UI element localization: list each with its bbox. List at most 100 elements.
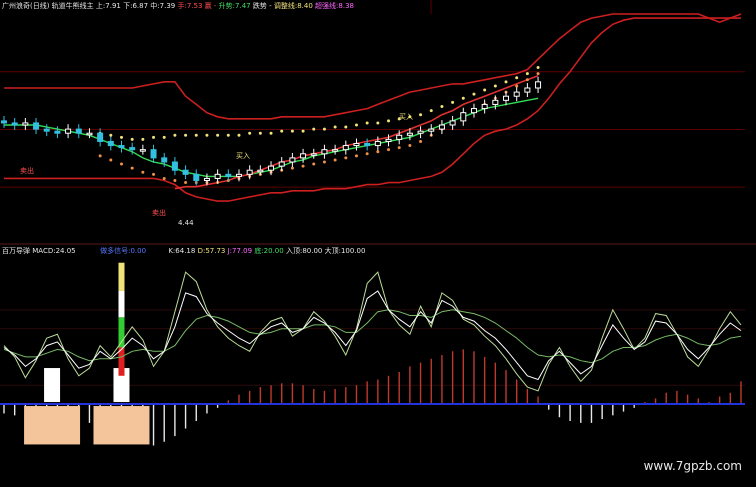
candle-body xyxy=(321,149,328,155)
candle-body xyxy=(107,140,114,147)
signal-a-block-cap xyxy=(44,368,61,403)
upper-signal-dot xyxy=(451,100,455,104)
upper-signal-dot xyxy=(461,96,465,100)
signal-a-block-base xyxy=(24,406,81,445)
entry-value: 80.00 xyxy=(302,247,323,255)
upper-signal-dot xyxy=(376,121,380,125)
upper-signal-dot xyxy=(322,127,326,131)
upper-signal-dot xyxy=(280,129,284,133)
lower-signal-dot xyxy=(344,156,348,160)
sell-annotation: 卖出 xyxy=(20,167,34,175)
candle-body xyxy=(11,122,18,126)
upper-signal-dot xyxy=(152,135,156,139)
candle-body xyxy=(406,132,413,136)
signal-stack-segment xyxy=(118,317,125,348)
candle-body xyxy=(353,143,360,147)
watermark: www.7gpzb.com xyxy=(643,459,742,473)
upper-signal-dot xyxy=(504,80,508,84)
lower-signal-dot xyxy=(376,150,380,154)
indicator-header: 百万导弹 MACD:24.05 做多信号:0.00 K:64.18 D:57.7… xyxy=(2,247,365,256)
strong-label: 超强线: xyxy=(315,2,339,10)
candle-body xyxy=(22,122,29,126)
upper-signal-dot xyxy=(162,135,166,139)
candle-body xyxy=(481,103,488,110)
hold-value: 7.53 xyxy=(186,2,203,10)
upper-signal-dot xyxy=(184,133,188,137)
upper-signal-dot xyxy=(344,125,348,129)
candle-body xyxy=(97,132,104,142)
candle-body xyxy=(428,128,435,132)
upper-signal-dot xyxy=(387,119,391,123)
channel-lower-line xyxy=(4,17,741,202)
upper-signal-dot xyxy=(109,133,113,137)
candle-body xyxy=(150,149,157,159)
lower-signal-dot xyxy=(333,158,337,162)
upper-signal-dot xyxy=(525,72,529,76)
j-value: 77.09 xyxy=(232,247,253,255)
candle-body xyxy=(257,169,264,173)
upper-signal-dot xyxy=(472,92,476,96)
lower-signal-dot xyxy=(162,176,166,180)
chart-canvas xyxy=(0,0,756,446)
candle-body xyxy=(75,128,82,134)
candle-body xyxy=(310,153,317,156)
candlesticks xyxy=(1,76,542,186)
upper-signal-dot xyxy=(173,133,177,137)
top-value: 100.00 xyxy=(340,247,366,255)
signal-dots xyxy=(98,65,540,185)
hold-label: 手: xyxy=(177,2,187,10)
candle-body xyxy=(193,173,200,181)
candle-body xyxy=(417,130,424,134)
candle-body xyxy=(460,112,467,122)
lower-signal-dot xyxy=(387,148,391,152)
buy-annotation: 买入 xyxy=(236,152,250,160)
warn-value: 8.40 xyxy=(297,2,313,10)
candle-body xyxy=(1,120,7,124)
upper-signal-dot xyxy=(483,88,487,92)
upper-signal-dot xyxy=(216,133,220,137)
lower-signal-dot xyxy=(301,164,305,168)
d-value: 57.73 xyxy=(205,247,226,255)
candle-body xyxy=(492,99,499,105)
kdj-k-line xyxy=(3,290,742,381)
strong-value: 8.38 xyxy=(338,2,354,10)
macd-label: MACD: xyxy=(32,247,56,255)
upper-signal-dot xyxy=(333,125,337,129)
candle-body xyxy=(161,157,168,163)
candle-body xyxy=(364,143,371,147)
candle-body xyxy=(278,161,285,167)
lower-signal-dot xyxy=(365,152,369,156)
upper-signal-dot xyxy=(258,131,262,135)
candle-body xyxy=(225,173,232,177)
candle-body xyxy=(203,177,210,181)
buy-annotation: 买入 xyxy=(399,113,413,121)
k-value: 64.18 xyxy=(175,247,196,255)
lower-signal-dot xyxy=(354,154,358,158)
candle-body xyxy=(332,149,339,152)
upper-signal-dot xyxy=(248,131,252,135)
candle-body xyxy=(129,147,136,151)
candle-body xyxy=(268,165,275,171)
candle-body xyxy=(396,134,403,140)
candle-body xyxy=(503,95,510,101)
upper-signal-dot xyxy=(194,133,198,137)
lower-signal-dot xyxy=(312,162,316,166)
candle-body xyxy=(470,108,477,114)
lower-signal-dot xyxy=(290,166,294,170)
candle-body xyxy=(118,145,125,149)
upper-signal-dot xyxy=(301,129,305,133)
upper-signal-dot xyxy=(493,84,497,88)
lower-signal-dot xyxy=(141,170,145,174)
candle-body xyxy=(246,169,253,175)
signal-blocks xyxy=(24,262,150,445)
lower-signal-dot xyxy=(419,139,423,143)
fall-label: 跌势 - xyxy=(252,2,272,10)
candle-body xyxy=(535,81,542,89)
rise-value: 7.47 xyxy=(235,2,251,10)
mid-value: 7.39 xyxy=(159,2,176,10)
candle-body xyxy=(385,138,392,142)
upper-signal-dot xyxy=(205,133,209,137)
upper-signal-dot xyxy=(226,133,230,137)
lower-signal-dot xyxy=(536,72,540,76)
candle-body xyxy=(449,120,456,126)
